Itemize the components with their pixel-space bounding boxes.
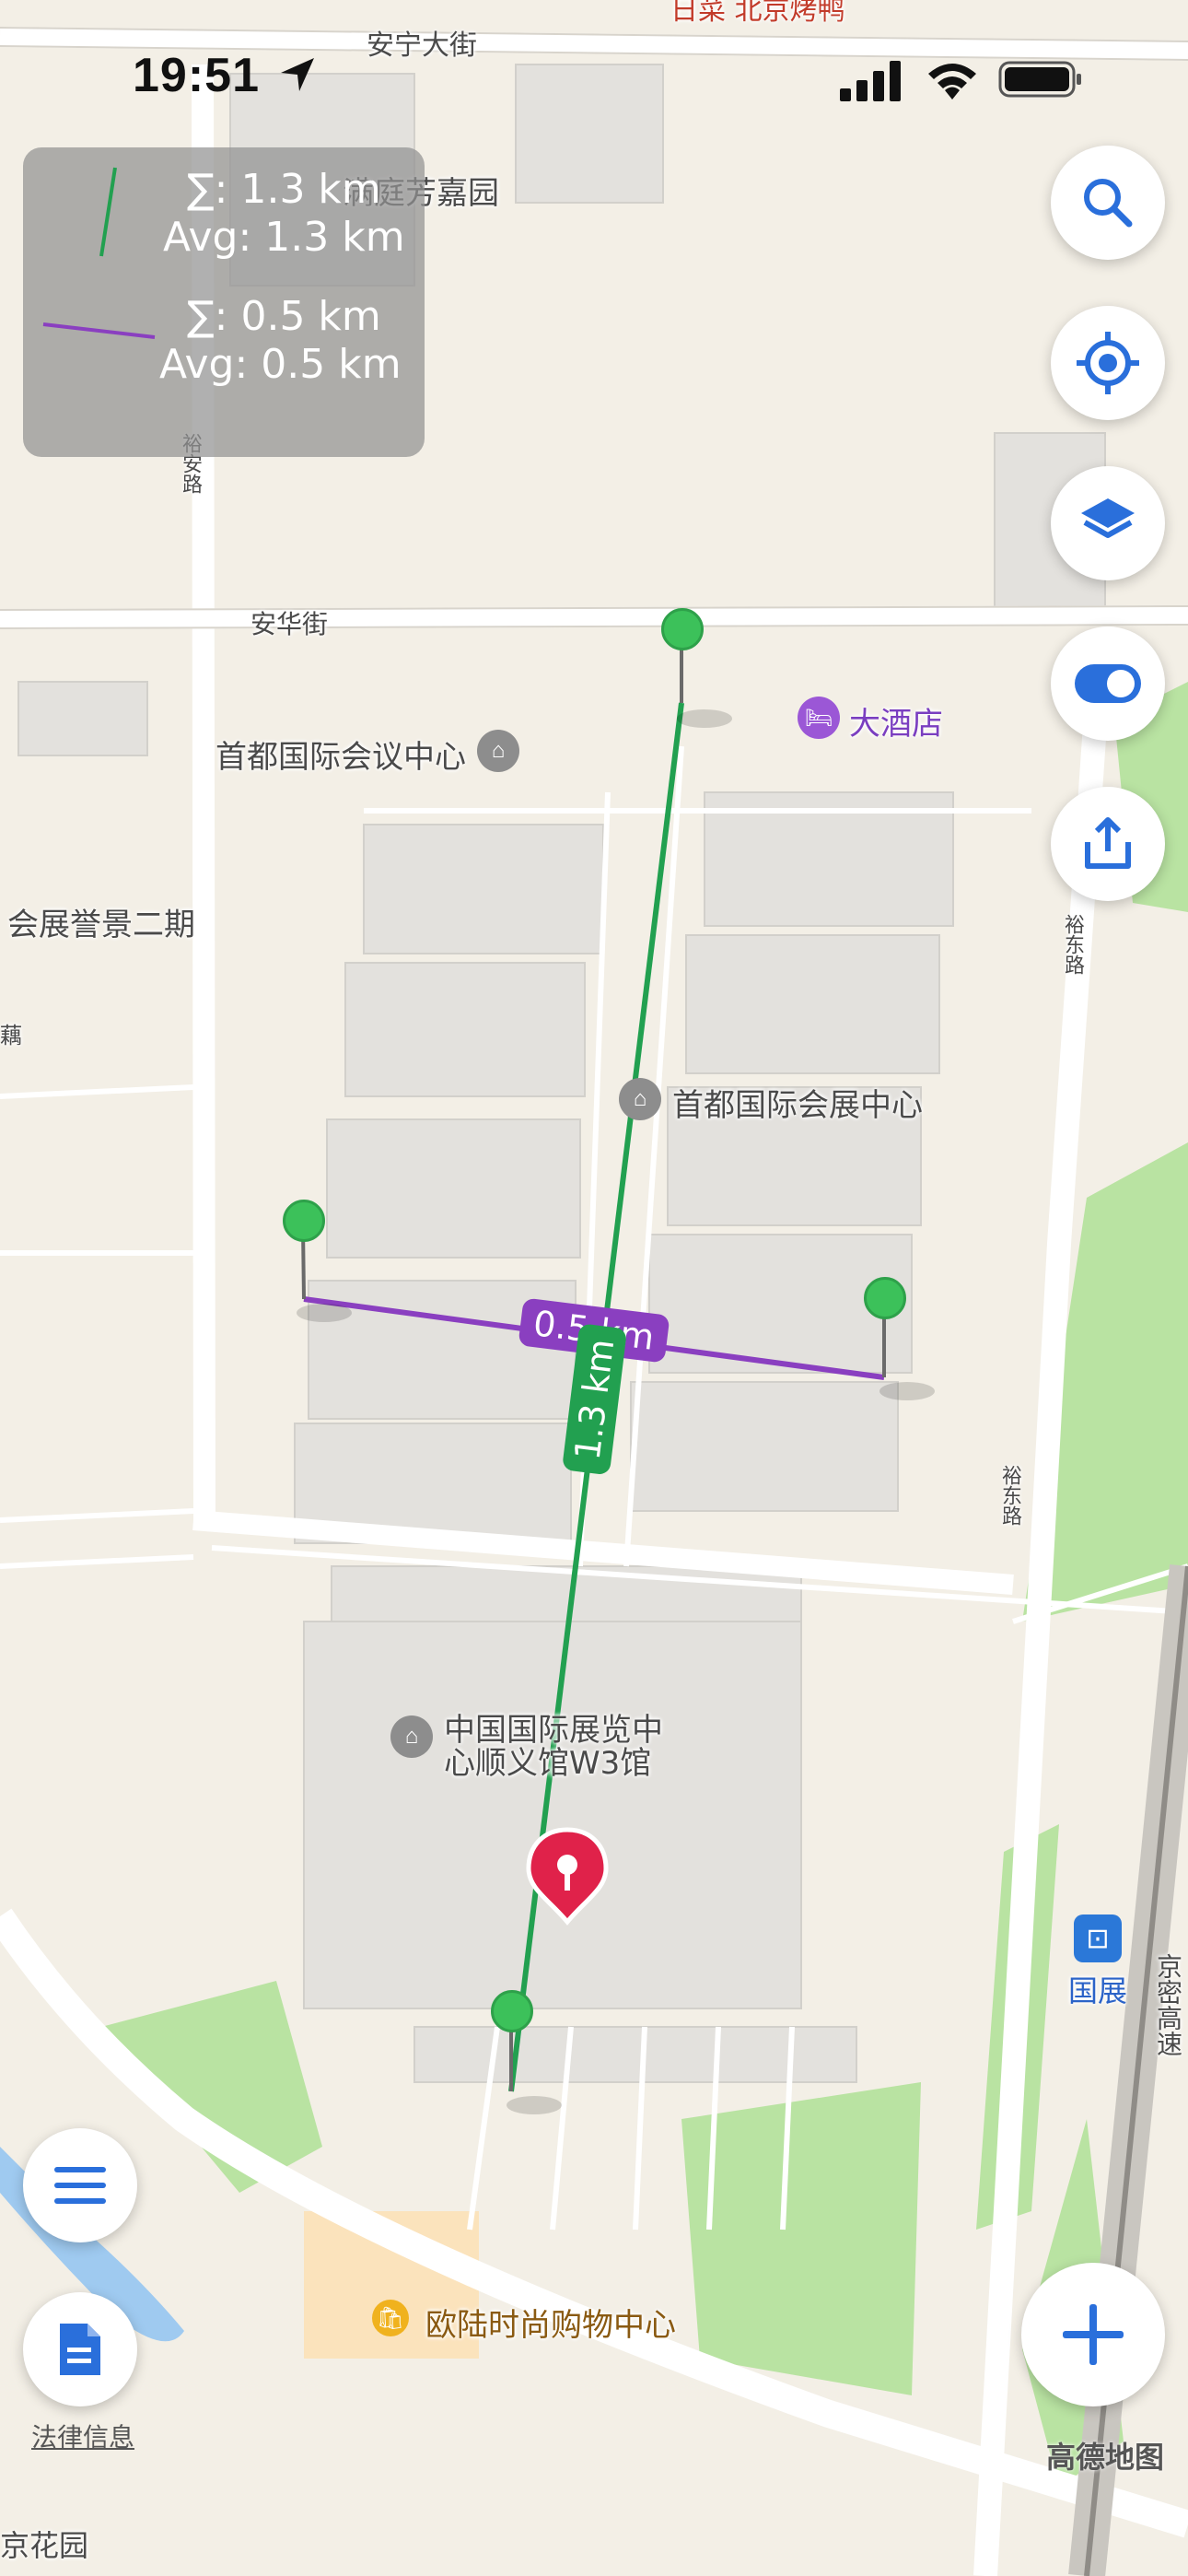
crosshair-icon <box>1077 332 1139 394</box>
green-avg: Avg: 1.3 km <box>163 214 405 261</box>
poi-label-expo[interactable]: 首都国际会展中心 <box>672 1080 923 1125</box>
poi-label-hotel[interactable]: 大酒店 <box>849 698 943 744</box>
measurement-stats-panel: ∑: 1.3 km Avg: 1.3 km ∑: 0.5 km Avg: 0.5… <box>23 147 425 457</box>
venue-icon[interactable]: ⌂ <box>390 1715 433 1758</box>
shopping-icon[interactable]: 🛍 <box>372 2300 409 2336</box>
metro-station-icon[interactable]: ⊡ <box>1074 1914 1122 1962</box>
document-button[interactable] <box>23 2292 137 2406</box>
road-label: 藕 <box>0 1023 22 1048</box>
battery-icon <box>998 61 1081 98</box>
menu-icon <box>54 2167 106 2204</box>
share-button[interactable] <box>1051 787 1165 901</box>
poi-label-mall[interactable]: 欧陆时尚购物中心 <box>425 2300 676 2345</box>
document-icon <box>60 2324 100 2375</box>
poi-label: 京花园 <box>0 2528 89 2563</box>
measure-point-pin[interactable] <box>864 1277 906 1319</box>
location-pin-icon <box>526 1827 609 1926</box>
venue-icon[interactable]: ⌂ <box>477 730 519 772</box>
share-icon <box>1085 817 1131 869</box>
purple-line-swatch <box>42 322 156 339</box>
green-line-swatch <box>99 167 117 257</box>
layers-icon <box>1081 498 1135 538</box>
road-label: 京密高速 <box>1153 1953 1183 2056</box>
venue-icon[interactable]: ⌂ <box>619 1078 661 1120</box>
road-label: 安华街 <box>250 609 329 639</box>
toggle-button[interactable] <box>1051 626 1165 741</box>
toggle-icon <box>1075 664 1141 703</box>
purple-sum: ∑: 0.5 km <box>187 293 381 340</box>
search-button[interactable] <box>1051 146 1165 260</box>
measure-point-pin[interactable] <box>661 608 704 650</box>
green-sum: ∑: 1.3 km <box>187 166 381 213</box>
purple-avg: Avg: 0.5 km <box>159 341 402 388</box>
metro-station-label[interactable]: 国展 <box>1068 1968 1127 2010</box>
plus-icon <box>1063 2304 1124 2365</box>
status-time: 19:51 <box>133 48 318 103</box>
location-pin[interactable] <box>525 1826 610 1926</box>
add-button[interactable] <box>1021 2263 1165 2406</box>
signal-icon <box>840 61 901 101</box>
menu-button[interactable] <box>23 2128 137 2242</box>
wifi-icon <box>928 64 976 100</box>
search-icon <box>1084 179 1133 228</box>
map-brand-logo: 高德地图 <box>1046 2440 1165 2475</box>
measure-point-pin[interactable] <box>283 1200 325 1242</box>
road-label: 裕东路 <box>1061 914 1084 975</box>
locate-button[interactable] <box>1051 306 1165 420</box>
road-label: 裕东路 <box>998 1465 1021 1526</box>
measure-point-pin[interactable] <box>491 1990 533 2032</box>
poi-label: 会展誉景二期 <box>7 907 195 943</box>
status-bar: 19:51 <box>0 0 1188 157</box>
poi-label-conference[interactable]: 首都国际会议中心 <box>215 732 466 777</box>
poi-label-cn-expo-2[interactable]: 心顺义馆W3馆 <box>444 1738 651 1783</box>
layers-button[interactable] <box>1051 466 1165 580</box>
location-arrow-icon <box>281 58 315 91</box>
legal-info-link[interactable]: 法律信息 <box>31 2418 134 2454</box>
hotel-icon[interactable]: 🛏 <box>798 697 840 739</box>
